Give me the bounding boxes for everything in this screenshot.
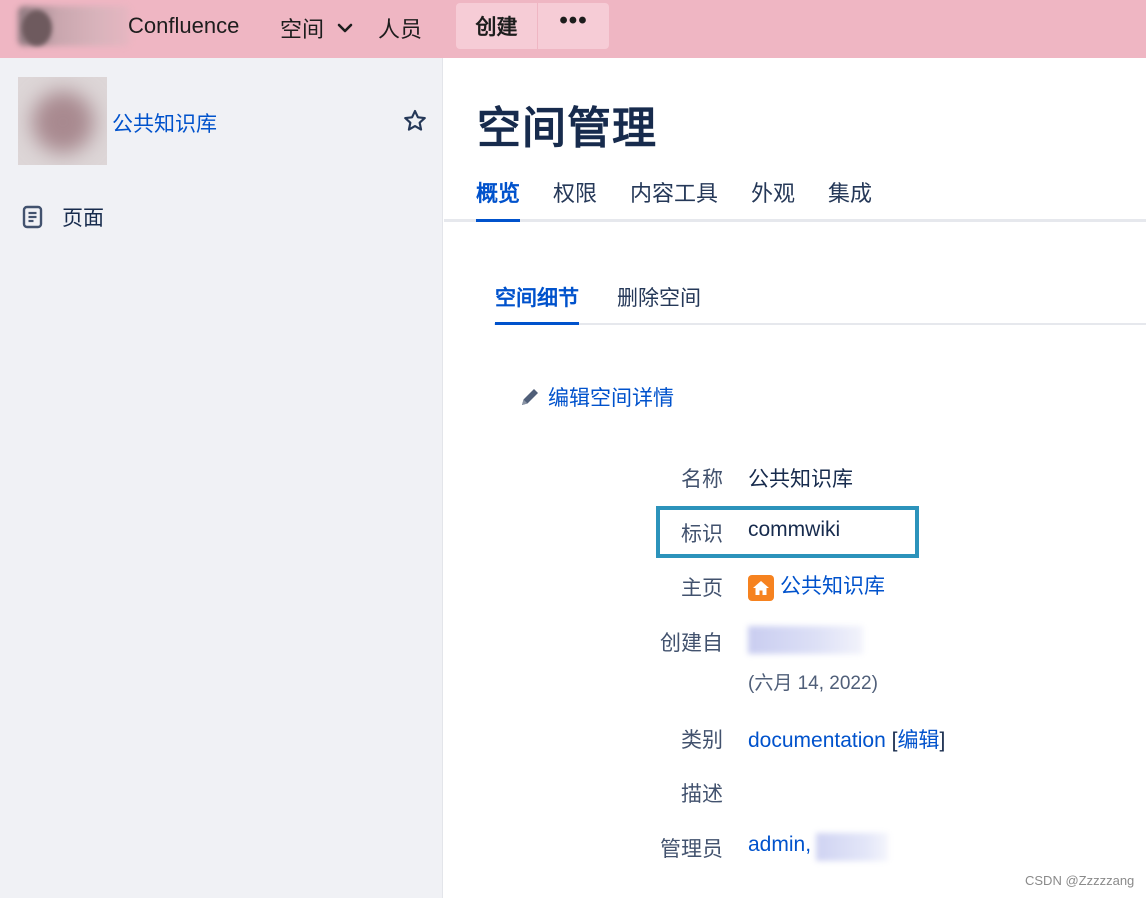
sidebar: 公共知识库 页面: [0, 58, 443, 898]
create-button[interactable]: 创建: [456, 3, 537, 49]
admin-link[interactable]: admin,: [748, 833, 811, 857]
edit-space-details-link[interactable]: 编辑空间详情: [518, 382, 674, 412]
subtab-bar: 空间细节 删除空间: [494, 282, 1146, 325]
category-label: 类别: [681, 729, 723, 752]
logo-icon: [22, 10, 52, 46]
pencil-icon: [522, 389, 538, 405]
tab-bar: 概览 权限 内容工具 外观 集成: [444, 176, 1146, 222]
tab-permissions[interactable]: 权限: [553, 176, 597, 222]
tab-look-and-feel[interactable]: 外观: [751, 176, 795, 222]
app-name[interactable]: Confluence: [128, 13, 239, 39]
category-edit-link[interactable]: 编辑: [897, 729, 939, 752]
tab-content-tools[interactable]: 内容工具: [630, 176, 718, 222]
space-avatar[interactable]: [18, 77, 107, 165]
creator-name-blurred[interactable]: [748, 626, 863, 654]
home-label: 主页: [681, 577, 723, 600]
home-value[interactable]: 公共知识库: [748, 570, 885, 601]
created-date: (六月 14, 2022): [748, 673, 878, 694]
nav-spaces-dropdown[interactable]: 空间: [280, 12, 354, 44]
home-icon: [748, 575, 774, 601]
key-label: 标识: [681, 523, 723, 546]
creator-label: 创建自: [660, 632, 723, 655]
page-icon: [22, 205, 43, 229]
category-link[interactable]: documentation: [748, 729, 886, 752]
tab-integrations[interactable]: 集成: [828, 176, 872, 222]
subtab-space-details[interactable]: 空间细节: [495, 282, 579, 325]
key-value: commwiki: [748, 518, 841, 541]
subtab-delete-space[interactable]: 删除空间: [617, 282, 701, 325]
nav-people[interactable]: 人员: [378, 12, 422, 44]
name-value: 公共知识库: [748, 468, 853, 491]
edit-space-details-label: 编辑空间详情: [548, 387, 674, 410]
admin-name-blurred[interactable]: [816, 833, 888, 861]
admin-label: 管理员: [660, 838, 723, 861]
more-icon: •••: [559, 7, 588, 34]
more-button[interactable]: •••: [538, 3, 609, 49]
description-label: 描述: [681, 783, 723, 806]
space-name-link[interactable]: 公共知识库: [112, 108, 217, 138]
top-navigation-bar: Confluence 空间 人员 创建 •••: [0, 0, 1146, 58]
star-icon[interactable]: [402, 108, 428, 134]
page-title: 空间管理: [477, 104, 657, 153]
name-label: 名称: [681, 468, 723, 491]
nav-spaces-label: 空间: [280, 17, 325, 42]
category-value: documentation [编辑]: [748, 724, 945, 754]
tab-overview[interactable]: 概览: [476, 176, 521, 222]
home-page-link[interactable]: 公共知识库: [780, 575, 885, 598]
category-bracket-close: ]: [939, 729, 946, 752]
category-bracket-open: [: [885, 729, 898, 752]
sidebar-item-label: 页面: [62, 207, 104, 230]
chevron-down-icon: [337, 23, 353, 33]
watermark: CSDN @Zzzzzang: [1025, 873, 1135, 888]
sidebar-item-pages[interactable]: 页面: [22, 202, 104, 232]
